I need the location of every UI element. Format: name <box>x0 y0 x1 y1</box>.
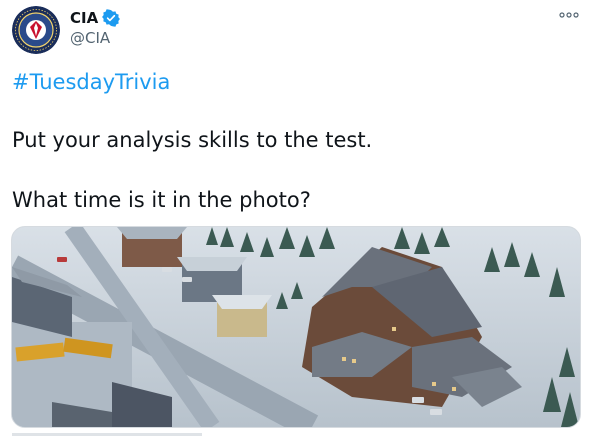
verified-badge-icon <box>102 9 121 27</box>
tweet-text-line-1: Put your analysis skills to the test. <box>12 128 373 152</box>
avatar[interactable] <box>12 6 60 54</box>
author-name[interactable]: CIA <box>70 9 98 27</box>
tweet-photo[interactable] <box>11 226 581 428</box>
tweet-text-line-2: What time is it in the photo? <box>12 188 311 212</box>
snowy-town-illustration <box>12 227 580 427</box>
cia-seal-icon <box>12 6 60 54</box>
hashtag-link[interactable]: #TuesdayTrivia <box>12 70 170 94</box>
author-name-row[interactable]: CIA <box>70 9 121 27</box>
author-handle[interactable]: @CIA <box>70 29 110 47</box>
more-options-icon[interactable] <box>556 4 582 26</box>
